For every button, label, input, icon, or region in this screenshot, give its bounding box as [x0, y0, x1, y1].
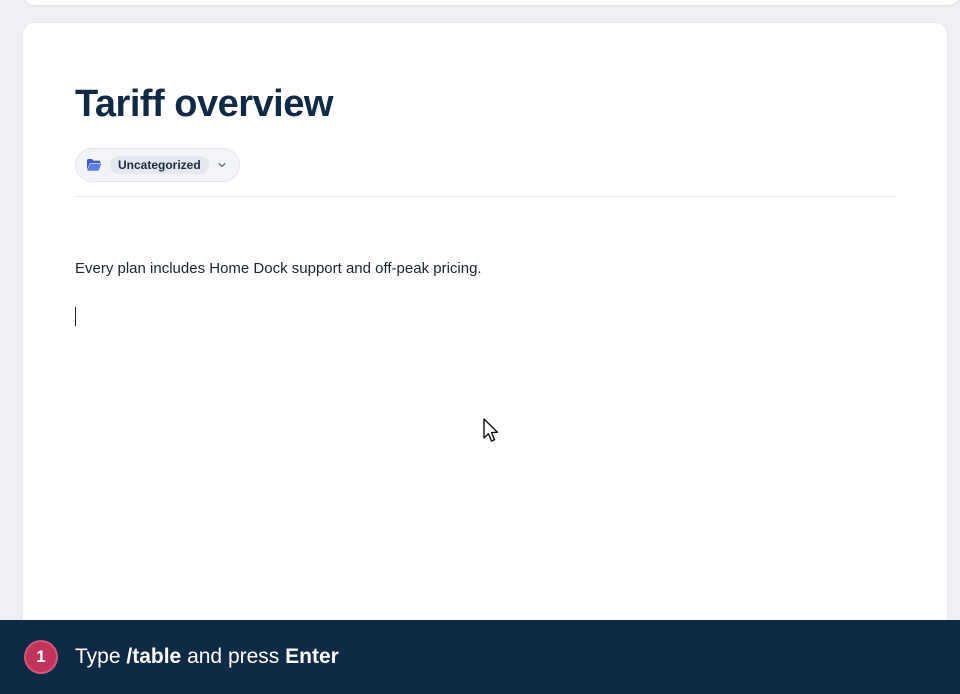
- tutorial-footer: 1 Type /table and press Enter: [0, 620, 960, 694]
- instruction-key: Enter: [285, 645, 339, 668]
- editor-paragraph[interactable]: Every plan includes Home Dock support an…: [75, 260, 482, 277]
- divider: [75, 196, 895, 197]
- mouse-pointer-icon: [483, 418, 499, 442]
- category-selector[interactable]: Uncategorized: [75, 148, 240, 182]
- folder-open-icon: [87, 159, 102, 171]
- page-title[interactable]: Tariff overview: [75, 83, 333, 126]
- step-number-badge: 1: [24, 640, 58, 674]
- document-card: Tariff overview Uncategorized Every plan…: [23, 23, 947, 663]
- instruction-command: /table: [126, 645, 182, 668]
- instruction-prefix: Type: [75, 645, 127, 668]
- category-label: Uncategorized: [110, 156, 209, 174]
- step-instruction: Type /table and press Enter: [75, 645, 339, 669]
- chevron-down-icon: [218, 162, 226, 168]
- instruction-middle: and press: [181, 645, 286, 668]
- previous-card-edge: [23, 0, 960, 5]
- text-caret: [75, 307, 76, 326]
